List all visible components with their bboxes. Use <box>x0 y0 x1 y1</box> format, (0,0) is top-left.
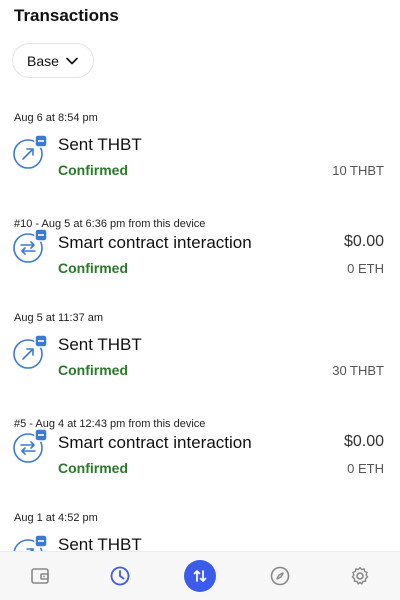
transaction-status: Confirmed <box>58 362 128 378</box>
sent-arrow-icon <box>12 334 48 370</box>
transaction-fiat-value: $0.00 <box>343 433 384 450</box>
transaction-amount: 30 THBT <box>332 363 384 378</box>
transaction-item[interactable]: Aug 6 at 8:54 pm Sent THBT Confirmed 10 … <box>0 112 400 202</box>
tab-wallet[interactable] <box>10 552 70 600</box>
network-selector-label: Base <box>27 52 59 69</box>
contract-interaction-icon <box>12 428 48 464</box>
transaction-amount: 10 THBT <box>332 163 384 178</box>
transaction-title: Sent THBT <box>58 335 142 354</box>
transaction-date: Aug 6 at 8:54 pm <box>14 112 98 124</box>
sent-arrow-icon <box>12 134 48 170</box>
transaction-item[interactable]: Aug 5 at 11:37 am Sent THBT Confirmed 30… <box>0 312 400 402</box>
transaction-list: Aug 6 at 8:54 pm Sent THBT Confirmed 10 … <box>0 104 400 552</box>
transaction-status: Confirmed <box>58 460 128 476</box>
tab-swap[interactable] <box>170 552 230 600</box>
tab-settings[interactable] <box>330 552 390 600</box>
contract-interaction-icon <box>12 228 48 264</box>
transaction-amount: 0 ETH <box>347 461 384 476</box>
transaction-status: Confirmed <box>58 162 128 178</box>
transaction-title: Smart contract interaction <box>58 233 252 252</box>
network-selector-button[interactable]: Base <box>12 43 94 78</box>
gear-icon <box>351 566 369 585</box>
sent-arrow-icon <box>12 534 48 552</box>
swap-arrows-icon <box>193 570 207 582</box>
transaction-item[interactable]: Aug 1 at 4:52 pm Sent THBT <box>0 512 400 552</box>
transaction-item[interactable]: #5 - Aug 4 at 12:43 pm from this device … <box>0 418 400 508</box>
transaction-title: Sent THBT <box>58 135 142 154</box>
transaction-title: Smart contract interaction <box>58 433 252 452</box>
transaction-fiat-value: $0.00 <box>343 233 384 250</box>
transaction-item[interactable]: #10 - Aug 5 at 6:36 pm from this device … <box>0 218 400 308</box>
transaction-status: Confirmed <box>58 260 128 276</box>
transaction-title: Sent THBT <box>58 535 142 552</box>
tab-activity[interactable] <box>90 552 150 600</box>
swap-button-bubble <box>184 560 216 592</box>
clock-icon <box>110 566 130 586</box>
wallet-icon <box>31 568 49 584</box>
transaction-date: Aug 5 at 11:37 am <box>14 312 104 324</box>
transaction-date: Aug 1 at 4:52 pm <box>14 512 98 524</box>
compass-icon <box>270 566 290 586</box>
chevron-down-icon <box>66 57 78 64</box>
tab-explore[interactable] <box>250 552 310 600</box>
bottom-tab-bar <box>0 551 400 600</box>
page-title: Transactions <box>14 6 119 25</box>
transaction-amount: 0 ETH <box>347 261 384 276</box>
